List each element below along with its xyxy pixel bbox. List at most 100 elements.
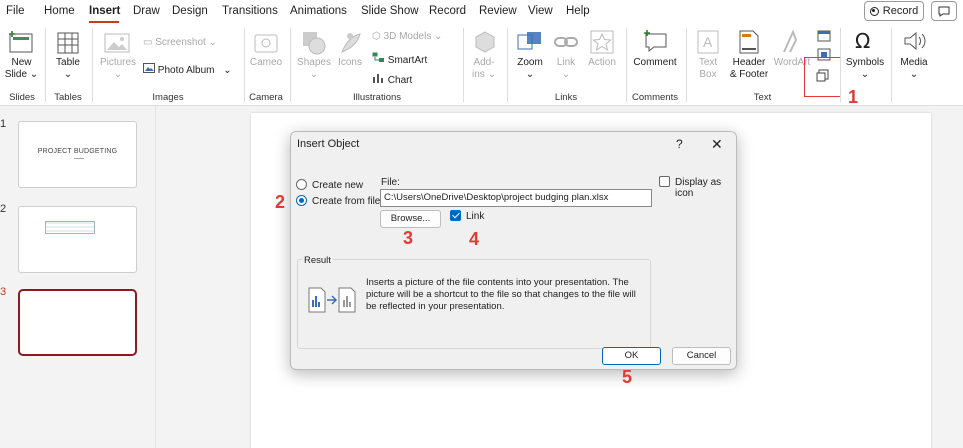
shapes-icon	[301, 30, 327, 59]
comments-button[interactable]	[931, 1, 957, 21]
link-button[interactable]: Link ⌄	[551, 57, 581, 81]
new-slide-label-2: Slide	[4, 69, 28, 80]
slide-thumbnail-table	[45, 221, 95, 234]
comment-button[interactable]: Comment	[630, 57, 680, 69]
dialog-title: Insert Object	[297, 138, 360, 150]
icons-button[interactable]: Icons	[333, 57, 367, 69]
slide-thumbnail-3[interactable]	[18, 289, 137, 356]
shapes-label: Shapes	[297, 57, 331, 68]
addins-label: Add-	[473, 57, 495, 68]
table-icon	[57, 32, 79, 57]
separator	[244, 28, 245, 102]
omega-icon: Ω	[855, 29, 871, 53]
tab-transitions[interactable]: Transitions	[222, 5, 278, 17]
screenshot-button[interactable]: ▭ Screenshot ⌄	[143, 37, 217, 48]
tab-draw[interactable]: Draw	[133, 5, 160, 17]
record-icon	[869, 6, 879, 16]
group-label-text: Text	[753, 92, 772, 103]
separator	[840, 28, 841, 102]
tab-file[interactable]: File	[6, 5, 25, 17]
zoom-icon	[517, 31, 543, 56]
new-comment-icon	[644, 30, 668, 57]
shapes-button[interactable]: Shapes ⌄	[295, 57, 333, 81]
link-label[interactable]: Link	[466, 211, 484, 222]
new-slide-button[interactable]: New Slide ⌄	[4, 57, 39, 81]
tab-help[interactable]: Help	[566, 5, 590, 17]
chart-button[interactable]: Chart	[372, 72, 412, 86]
file-path-input[interactable]: C:\Users\OneDrive\Desktop\project budgin…	[380, 189, 652, 207]
3d-models-button[interactable]: ⬡ 3D Models ⌄	[372, 31, 443, 42]
3d-models-label: 3D Models	[383, 31, 432, 42]
photo-album-icon	[143, 63, 155, 76]
record-button[interactable]: Record	[864, 1, 924, 21]
icons-icon	[338, 30, 362, 59]
tab-design[interactable]: Design	[172, 5, 208, 17]
tab-review[interactable]: Review	[479, 5, 517, 17]
slide-thumbnail-2[interactable]	[18, 206, 137, 273]
media-label: Media	[900, 57, 928, 68]
action-button[interactable]: Action	[584, 57, 620, 69]
header-footer-button[interactable]: Header & Footer	[727, 57, 771, 81]
display-as-icon-label[interactable]: Display as icon	[675, 177, 736, 199]
insert-object-dialog: Insert Object ? ✕ Create new Create from…	[290, 131, 737, 370]
tab-animations[interactable]: Animations	[290, 5, 347, 17]
text-box-button[interactable]: Text Box	[692, 57, 724, 81]
media-button[interactable]: Media ⌄	[896, 57, 932, 81]
screenshot-label: Screenshot	[155, 37, 206, 48]
text-box-label-2: Box	[699, 69, 717, 80]
group-label-comments: Comments	[632, 92, 678, 103]
comment-bubble-icon	[938, 6, 950, 17]
cancel-button[interactable]: Cancel	[672, 347, 731, 365]
callout-4: 4	[469, 229, 480, 249]
link-checkbox[interactable]	[450, 210, 461, 221]
close-button[interactable]: ✕	[711, 136, 723, 153]
group-label-links: Links	[554, 92, 578, 103]
screenshot-icon: ▭	[143, 37, 153, 48]
table-button[interactable]: Table ⌄	[51, 57, 85, 81]
icons-label: Icons	[338, 57, 362, 68]
create-from-file-label[interactable]: Create from file	[312, 196, 380, 207]
group-label-images: Images	[152, 92, 184, 103]
tab-home[interactable]: Home	[44, 5, 75, 17]
addins-icon	[473, 30, 497, 57]
result-label: Result	[302, 255, 333, 266]
cameo-icon	[254, 32, 278, 57]
comment-label: Comment	[633, 57, 677, 68]
create-from-file-radio[interactable]	[296, 195, 307, 206]
header-footer-icon	[738, 30, 760, 57]
new-slide-icon	[9, 31, 35, 58]
tab-record[interactable]: Record	[429, 5, 466, 17]
tab-insert[interactable]: Insert	[89, 5, 120, 17]
symbols-label: Symbols	[845, 57, 885, 68]
pictures-button[interactable]: Pictures ⌄	[96, 57, 140, 81]
active-tab-indicator	[89, 21, 119, 23]
group-label-slides: Slides	[9, 92, 35, 103]
separator	[463, 28, 464, 102]
date-time-icon	[817, 29, 831, 45]
display-as-icon-checkbox[interactable]	[659, 176, 670, 187]
slide-thumbnail-1[interactable]: PROJECT BUDGETING	[18, 121, 137, 188]
smartart-label: SmartArt	[387, 55, 428, 66]
addins-button[interactable]: Add- ins ⌄	[466, 57, 502, 81]
create-new-label[interactable]: Create new	[312, 180, 363, 191]
help-button[interactable]: ?	[676, 137, 683, 151]
smartart-button[interactable]: SmartArt	[372, 52, 427, 66]
tab-view[interactable]: View	[528, 5, 553, 17]
symbols-button[interactable]: Symbols ⌄	[844, 57, 886, 81]
photo-album-button[interactable]: Photo Album ⌄	[143, 63, 232, 76]
file-label: File:	[381, 177, 400, 188]
link-label: Link	[556, 57, 576, 68]
slide-thumbnail-subtitle	[74, 158, 84, 159]
browse-button[interactable]: Browse...	[380, 210, 441, 228]
zoom-button[interactable]: Zoom ⌄	[512, 57, 548, 81]
text-box-icon: A	[697, 30, 719, 57]
callout-5: 5	[622, 367, 633, 387]
callout-3: 3	[403, 228, 414, 248]
new-slide-label: New	[11, 57, 32, 68]
photo-album-label: Photo Album	[157, 65, 215, 76]
create-new-radio[interactable]	[296, 179, 307, 190]
cameo-button[interactable]: Cameo	[247, 57, 285, 69]
ok-button[interactable]: OK	[602, 347, 661, 365]
table-label: Table	[56, 57, 80, 68]
tab-slide-show[interactable]: Slide Show	[361, 5, 419, 17]
